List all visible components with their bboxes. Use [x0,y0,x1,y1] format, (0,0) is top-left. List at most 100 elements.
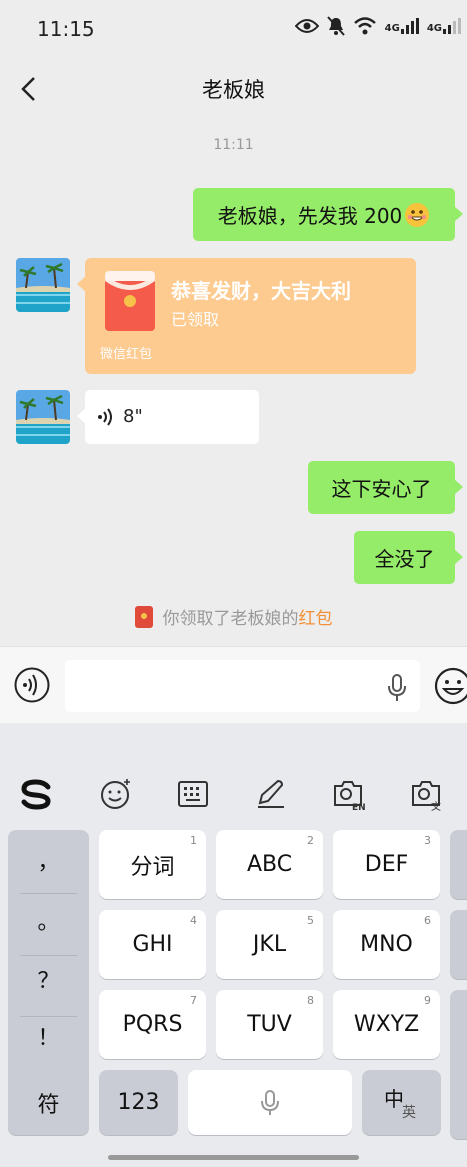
red-packet-icon [105,271,155,331]
avatar[interactable] [16,258,70,312]
key-label: GHI [132,932,173,957]
key-number: 4 [190,914,197,927]
red-packet-status: 已领取 [171,310,220,329]
message-bubble-sent[interactable]: 这下安心了 [308,461,463,514]
key-label: 分词 [130,854,175,880]
chat-title: 老板娘 [202,78,265,102]
punct-exclaim-key[interactable]: ！ [8,1020,89,1052]
key-3[interactable]: DEF 3 [333,830,440,899]
ime-keyboard: EN 文 ， 。 ？ ！ 分词 1 ABC 2 DEF 3 GHI 4 JKL … [0,723,467,1167]
key-4[interactable]: GHI 4 [99,910,206,979]
network-2-icon: 4G [427,18,461,34]
camera-en-icon[interactable]: EN [332,777,366,811]
grin-emoji-icon [405,202,430,227]
key-number: 7 [190,994,197,1007]
camera-translate-icon[interactable]: 文 [410,777,444,811]
message-text: 这下安心了 [331,477,432,501]
message-bubble-sent[interactable]: 老板娘，先发我 200 [193,188,463,241]
wifi-icon [353,17,376,35]
status-icons: 4G 4G [294,16,461,36]
red-packet-title: 恭喜发财，大吉大利 [171,279,351,303]
space-key[interactable] [188,1070,352,1135]
system-notice: 你领取了老板娘的红包 [0,604,467,629]
system-notice-text: 你领取了老板娘的 [162,609,299,629]
punct-divider [20,1016,77,1017]
bubble-tail [77,276,86,292]
input-bar [0,646,467,724]
bubble-tail [454,206,463,222]
key-label: 符 [37,1092,60,1118]
message-bubble-sent[interactable]: 全没了 [354,531,463,584]
language-switch-key[interactable]: 中 英 [362,1070,441,1135]
keyboard-icon[interactable] [176,777,210,811]
key-label: TUV [247,1012,292,1037]
key-9[interactable]: WXYZ 9 [333,990,440,1059]
key-number: 6 [424,914,431,927]
voice-wave-icon [98,408,112,426]
bubble-tail [454,549,463,565]
red-packet-message[interactable]: 恭喜发财，大吉大利 已领取 微信红包 [77,258,416,374]
key-number: 5 [307,914,314,927]
bubble-tail [77,408,86,424]
message-input[interactable] [65,660,420,712]
key-label: PQRS [122,1012,183,1037]
message-timestamp: 11:11 [213,137,254,153]
key-2[interactable]: ABC 2 [216,830,323,899]
home-indicator[interactable] [108,1155,359,1160]
eye-icon [294,19,319,33]
mic-icon[interactable] [386,674,408,702]
lang-sub-label: 英 [402,1105,416,1121]
red-packet-small-icon [134,606,153,628]
avatar-image [16,258,70,312]
key-1[interactable]: 分词 1 [99,830,206,899]
network-1-label: 4G [384,23,400,34]
chat-header: 老板娘 [0,60,467,118]
key-label: WXYZ [353,1012,420,1037]
mic-icon [261,1089,279,1115]
key-8[interactable]: TUV 8 [216,990,323,1059]
mute-bell-icon [326,16,345,36]
emoji-icon[interactable] [434,667,467,705]
avatar-image [16,390,70,444]
key-label: 123 [117,1090,160,1115]
numbers-key[interactable]: 123 [99,1070,178,1135]
status-bar: 11:15 4G 4G [0,0,467,60]
key-number: 2 [307,834,314,847]
punct-divider [20,955,77,956]
key-5[interactable]: JKL 5 [216,910,323,979]
emoji-face-icon[interactable] [99,777,133,811]
punct-period-key[interactable]: 。 [8,904,89,936]
lang-main-label: 中 [384,1087,404,1111]
key-label: MNO [360,932,413,957]
punct-question-key[interactable]: ？ [8,963,89,995]
bubble-tail [454,479,463,495]
key-number: 1 [190,834,197,847]
sogou-logo-icon[interactable] [20,777,54,811]
punctuation-column[interactable]: ， 。 ？ ！ [8,830,89,1081]
network-1-icon: 4G [385,18,419,34]
punct-divider [20,893,77,894]
red-packet-link[interactable]: 红包 [299,609,333,629]
symbol-key[interactable]: 符 [8,1070,89,1135]
voice-toggle-icon[interactable] [14,667,50,703]
punct-comma-key[interactable]: ， [8,844,89,876]
reset-key[interactable] [450,910,467,979]
svg-text:文: 文 [431,800,441,811]
key-number: 8 [307,994,314,1007]
key-number: 3 [424,834,431,847]
voice-message[interactable]: 8" [77,390,259,444]
handwriting-icon[interactable] [254,777,288,811]
key-7[interactable]: PQRS 7 [99,990,206,1059]
key-label: JKL [252,932,287,957]
key-number: 9 [424,994,431,1007]
key-6[interactable]: MNO 6 [333,910,440,979]
status-time: 11:15 [37,17,95,41]
message-text: 老板娘，先发我 200 [217,204,403,228]
delete-key[interactable] [450,830,467,899]
enter-key[interactable] [450,990,467,1139]
network-2-label: 4G [426,23,442,34]
key-label: ABC [246,852,293,877]
key-label: DEF [364,852,409,877]
svg-text:EN: EN [352,803,366,811]
avatar[interactable] [16,390,70,444]
